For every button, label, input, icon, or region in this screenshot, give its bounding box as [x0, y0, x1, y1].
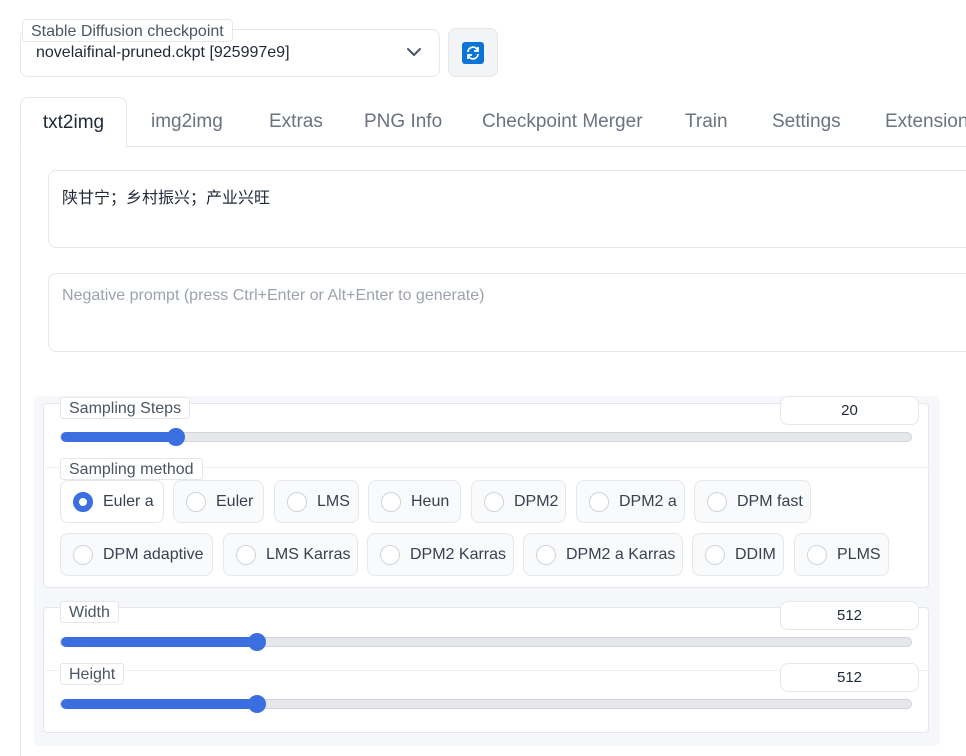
radio-circle	[186, 491, 206, 512]
height-label: Height	[60, 663, 125, 685]
radio-circle	[236, 544, 256, 565]
sampler-option[interactable]: Heun	[368, 480, 461, 523]
sampling-steps-input[interactable]: 20	[780, 396, 919, 425]
sampler-option-label: LMS Karras	[266, 545, 351, 563]
checkpoint-value: novelaifinal-pruned.ckpt [925997e9]	[36, 44, 290, 61]
sampler-option[interactable]: PLMS	[794, 533, 889, 576]
main-tabs: txt2img img2img Extras PNG Info Checkpoi…	[20, 97, 966, 148]
negative-prompt-textarea[interactable]: Negative prompt (press Ctrl+Enter or Alt…	[48, 273, 966, 352]
tab-extension[interactable]: Extension	[885, 97, 966, 147]
width-label: Width	[60, 601, 119, 623]
sampler-option[interactable]: DPM2 a	[576, 480, 685, 523]
radio-circle	[536, 544, 556, 565]
slider-fill	[61, 699, 258, 709]
sampler-option[interactable]: Euler a	[60, 480, 164, 523]
radio-circle	[707, 491, 727, 512]
slider-fill	[61, 637, 258, 647]
prompt-textarea[interactable]: 陕甘宁；乡村振兴；产业兴旺	[48, 170, 966, 248]
tab-train[interactable]: Train	[685, 97, 728, 147]
refresh-checkpoint-button[interactable]	[448, 28, 498, 77]
sampler-option[interactable]: DPM fast	[694, 480, 811, 523]
radio-circle	[484, 491, 504, 512]
refresh-icon	[462, 41, 484, 64]
sampler-option-label: DPM2	[514, 492, 559, 510]
radio-circle	[381, 491, 401, 512]
tab-png-info[interactable]: PNG Info	[364, 97, 442, 147]
sampler-option-label: DPM2 a Karras	[566, 545, 676, 563]
sampler-option-label: Heun	[411, 492, 450, 510]
sampler-option[interactable]: DPM2	[471, 480, 566, 523]
tab-img2img[interactable]: img2img	[151, 97, 223, 147]
tab-settings[interactable]: Settings	[772, 97, 841, 147]
radio-circle	[380, 544, 400, 565]
sampler-option[interactable]: DDIM	[692, 533, 784, 576]
width-slider[interactable]	[60, 633, 912, 651]
radio-circle	[807, 544, 827, 565]
height-input[interactable]: 512	[780, 663, 919, 692]
checkpoint-label: Stable Diffusion checkpoint	[22, 19, 233, 42]
radio-circle	[287, 491, 307, 512]
sampler-option-label: Euler	[216, 492, 254, 510]
sampling-steps-label: Sampling Steps	[60, 397, 191, 419]
sampler-option-label: DPM adaptive	[103, 545, 204, 563]
radio-circle	[705, 544, 725, 565]
sampler-option-label: Euler a	[103, 492, 154, 510]
height-slider[interactable]	[60, 695, 912, 713]
sampler-option-label: DPM2 a	[619, 492, 677, 510]
sampler-option[interactable]: LMS Karras	[223, 533, 358, 576]
sampler-option-label: DPM2 Karras	[410, 545, 507, 563]
tab-txt2img[interactable]: txt2img	[20, 97, 127, 148]
sampler-option[interactable]: LMS	[274, 480, 359, 523]
radio-circle	[73, 544, 93, 565]
sampler-option[interactable]: DPM2 Karras	[367, 533, 514, 576]
radio-circle	[589, 491, 609, 512]
sampler-option-label: LMS	[317, 492, 350, 510]
sampling-steps-slider[interactable]	[60, 428, 912, 446]
slider-fill	[61, 432, 176, 442]
chevron-down-icon	[407, 48, 421, 56]
sampling-method-label: Sampling method	[60, 458, 203, 480]
slider-thumb[interactable]	[166, 428, 185, 446]
sampler-option-label: PLMS	[837, 545, 881, 563]
width-input[interactable]: 512	[780, 601, 919, 630]
sampler-option[interactable]: Euler	[173, 480, 264, 523]
tab-checkpoint-merger[interactable]: Checkpoint Merger	[482, 97, 643, 147]
radio-circle	[73, 491, 93, 512]
sampler-option-label: DPM fast	[737, 492, 803, 510]
sampler-option-label: DDIM	[735, 545, 776, 563]
sampler-option[interactable]: DPM2 a Karras	[523, 533, 683, 576]
sampler-option[interactable]: DPM adaptive	[60, 533, 213, 576]
tab-extras[interactable]: Extras	[269, 97, 323, 147]
